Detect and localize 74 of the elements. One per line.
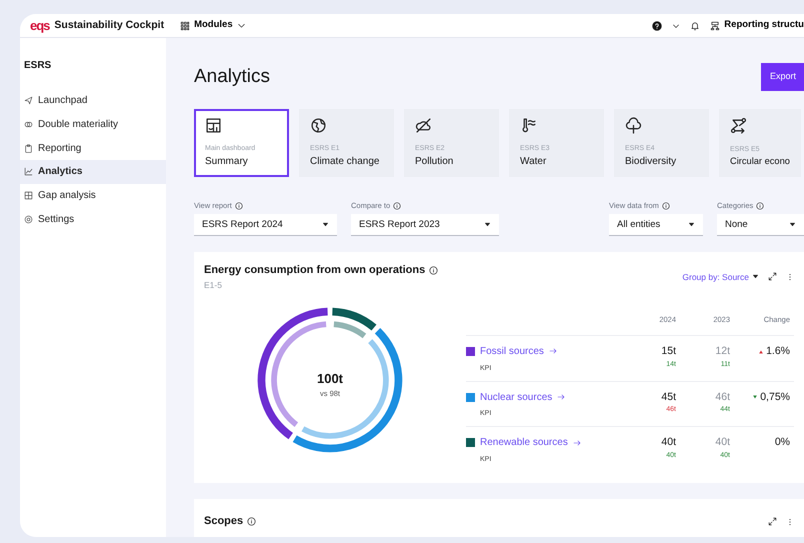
logo: eqs [30,19,50,32]
tile-label: Climate change [310,155,380,169]
info-icon [756,202,764,210]
app-name: Sustainability Cockpit [54,18,164,33]
thermometer-waves-icon [520,117,537,134]
tile-label: Pollution [415,155,454,169]
export-button[interactable]: Export [760,63,804,91]
globe-icon [310,117,327,134]
info-icon [429,266,438,275]
change-value: 0,75% [760,390,790,404]
sidebar-item[interactable]: Reporting [20,136,166,160]
dropdown[interactable]: All entities [609,214,703,236]
trend-up-icon [758,348,764,355]
crossed-cloud-icon [415,117,432,134]
tile-label: Circular econo [730,155,790,168]
sidebar-item[interactable]: Analytics [20,160,166,184]
info-icon [234,202,243,210]
clipboard-icon [24,144,33,153]
paper-plane-icon [24,96,33,106]
info-icon [247,517,256,526]
dropdown[interactable]: ESRS Report 2024 [194,214,337,236]
hierarchy-icon [710,20,720,30]
arrow-right-icon [557,393,566,401]
caret-down-icon [752,273,759,280]
expand-icon[interactable] [768,517,777,526]
caret-down-icon [322,221,329,228]
grid-icon [24,191,33,200]
value-2024: 45t [661,390,676,402]
info-icon [662,202,670,210]
sidebar-item[interactable]: Gap analysis [20,184,166,208]
grid-icon [180,20,190,30]
card-code: E1-5 [204,278,223,292]
source-link[interactable]: Renewable sources [466,435,636,450]
card-title: Energy consumption from own operations [204,263,426,278]
change-value: 1.6% [766,344,790,359]
circles-icon [24,120,33,130]
tile-label: Water [520,155,548,169]
sidebar-item[interactable]: Settings [20,207,166,232]
sidebar-item[interactable]: Double materiality [20,112,166,136]
route-icon [730,117,747,134]
dropdown[interactable]: ESRS Report 2023 [351,214,499,236]
arrow-right-icon [572,438,581,447]
source-link[interactable]: Nuclear sources [466,390,636,404]
group-by-dropdown[interactable]: Group by: Source [682,270,759,284]
trend-down-icon [752,394,758,400]
tile-label: Biodiversity [625,155,678,169]
value-2023: 40t [715,436,730,448]
dropdown[interactable]: None [717,214,804,236]
card-title: Scopes [204,514,244,530]
tree-icon [625,117,642,134]
caret-down-icon [688,221,695,228]
caret-down-icon [789,221,796,228]
help-icon[interactable] [652,20,662,30]
value-2024: 15t [661,344,676,357]
source-link[interactable]: Fossil sources [466,344,636,359]
expand-icon[interactable] [768,272,777,282]
change-value: 0% [774,435,790,450]
tile-label: Summary [205,155,249,169]
chevron-down-icon [236,21,246,30]
arrow-right-icon [548,347,557,356]
total-value: 100t [316,370,344,388]
value-2023: 12t [715,344,730,357]
modules-menu[interactable]: Modules [180,18,246,33]
sidebar-item[interactable]: Launchpad [20,89,166,113]
caret-down-icon [484,221,491,228]
sidebar-title: ESRS [23,59,52,73]
bell-icon[interactable] [690,20,700,30]
line-chart-icon [24,167,33,176]
info-icon [393,202,402,210]
value-2023: 46t [715,390,730,402]
value-2024: 40t [661,436,676,448]
dashboard-icon [205,117,222,134]
page-title: Analytics [194,66,270,88]
reporting-structure-button[interactable]: Reporting structu [710,18,804,33]
